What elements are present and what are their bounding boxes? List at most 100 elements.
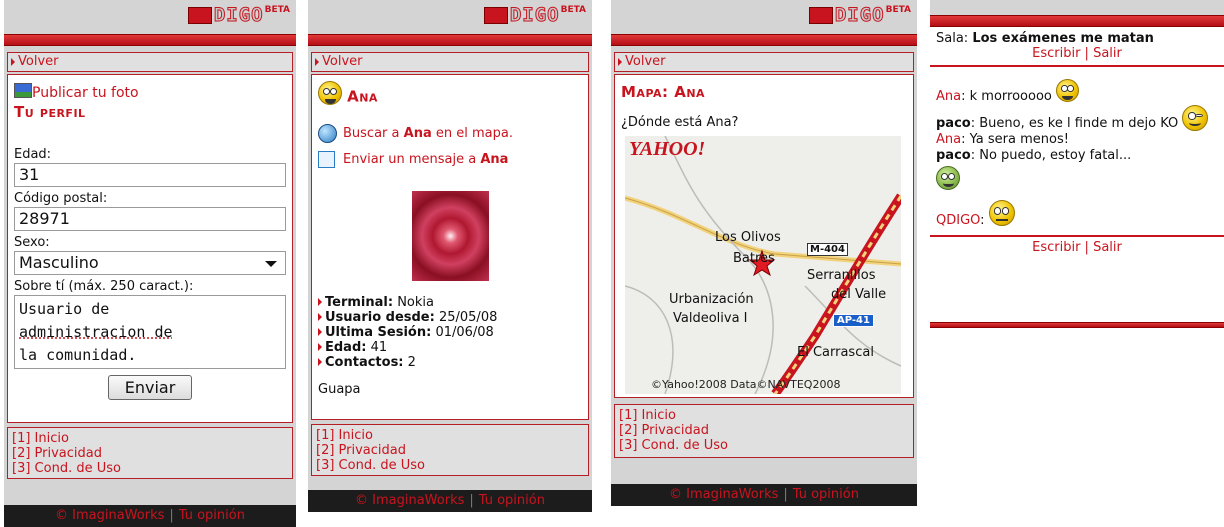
page-title: Tu perfil — [14, 103, 86, 121]
footer-link-terms[interactable]: [3] Cond. de Uso — [619, 438, 909, 453]
chat-footer: Escribir | Salir — [930, 235, 1224, 255]
back-link[interactable]: Volver — [614, 52, 914, 72]
header-red-bar — [930, 15, 1224, 27]
arrow-right-icon — [318, 358, 322, 366]
publish-photo-label: Publicar tu foto — [32, 85, 139, 101]
age-field[interactable]: 31 — [14, 163, 286, 187]
laughing-smiley-icon — [318, 81, 342, 105]
map-text-post: en el mapa. — [435, 125, 513, 141]
map-place-label: Urbanización — [669, 292, 754, 307]
app-logo[interactable]: DIGO BETA — [187, 4, 290, 27]
user-status: Guapa — [318, 381, 361, 397]
write-link[interactable]: Escribir — [1032, 46, 1080, 61]
profile-panel: Publicar tu foto Tu perfil Edad: 31 Códi… — [7, 74, 293, 423]
map-place-label: del Valle — [831, 287, 887, 302]
publish-photo-link[interactable]: Publicar tu foto — [14, 83, 286, 101]
arrow-right-icon — [318, 313, 322, 321]
find-on-map-link[interactable]: Buscar a Ana en el mapa. — [318, 123, 582, 143]
logo-square-icon — [187, 7, 212, 24]
about-textarea[interactable]: Usuario de administracion de la comunida… — [14, 295, 286, 369]
app-header: DIGO BETA — [4, 0, 296, 34]
sick-smiley-row — [936, 166, 1218, 190]
arrow-right-icon — [618, 57, 622, 66]
feedback-link[interactable]: Tu opinión — [793, 487, 859, 502]
chat-room-header: Sala: Los exámenes me matan Escribir | S… — [930, 27, 1224, 67]
user-avatar — [411, 190, 489, 281]
map-place-label: Los Olivos — [715, 230, 781, 245]
footer-links: [1] Inicio [2] Privacidad [3] Cond. de U… — [614, 404, 914, 458]
about-line-3: la comunidad. — [19, 346, 137, 364]
send-message-link[interactable]: Enviar un mensaje a Ana — [318, 150, 582, 168]
arrow-right-icon — [318, 298, 322, 306]
zip-field[interactable]: 28971 — [14, 207, 286, 231]
location-map[interactable]: YAHOO! Los Olivos Batres Urbanización Va… — [625, 136, 901, 394]
logo-beta: BETA — [885, 5, 911, 15]
feedback-link[interactable]: Tu opinión — [179, 508, 245, 523]
header-red-bar — [308, 34, 592, 46]
sex-value: Masculino — [19, 253, 99, 272]
age-label: Edad: — [14, 147, 52, 162]
logo-square-icon — [483, 7, 508, 24]
footer-link-privacy[interactable]: [2] Privacidad — [619, 423, 909, 438]
footer-link-home[interactable]: [1] Inicio — [316, 428, 584, 443]
map-place-label: El Carrascal — [797, 345, 874, 360]
map-place-label: Valdeoliva I — [673, 311, 748, 326]
feedback-link[interactable]: Tu opinión — [479, 493, 545, 508]
user-name-title: Ana — [347, 87, 378, 106]
bottom-bar: © ImaginaWorks | Tu opinión — [611, 484, 917, 506]
footer-link-terms[interactable]: [3] Cond. de Uso — [316, 458, 584, 473]
map-text-pre: Buscar a — [343, 125, 400, 141]
back-link[interactable]: Volver — [311, 52, 589, 72]
back-link[interactable]: Volver — [7, 52, 293, 72]
arrow-right-icon — [11, 57, 15, 66]
detail-contacts: Contactos: 2 — [318, 355, 582, 370]
leave-link[interactable]: Salir — [1093, 240, 1122, 255]
globe-icon — [318, 123, 337, 143]
screen-user-profile: DIGO BETA Volver Ana Buscar a Ana en el … — [308, 0, 592, 512]
message-text-pre: Enviar un mensaje a — [343, 151, 477, 167]
message-icon — [318, 150, 335, 168]
user-header: Ana — [318, 81, 582, 106]
screen-chat: Sala: Los exámenes me matan Escribir | S… — [930, 0, 1224, 328]
app-logo[interactable]: DIGO BETA — [483, 4, 586, 27]
road-badge: M-404 — [807, 243, 848, 256]
road-badge: AP-41 — [833, 314, 874, 327]
chevron-down-icon — [265, 261, 277, 267]
app-header: DIGO BETA — [611, 0, 917, 34]
footer-links: [1] Inicio [2] Privacidad [3] Cond. de U… — [7, 427, 293, 479]
company-link[interactable]: © ImaginaWorks — [355, 493, 464, 508]
submit-button[interactable]: Enviar — [107, 375, 193, 400]
about-line-2: administracion de — [19, 323, 173, 341]
message-text-name: Ana — [480, 151, 509, 167]
logo-text: DIGO — [834, 4, 885, 27]
logo-text: DIGO — [509, 4, 560, 27]
app-logo[interactable]: DIGO BETA — [808, 4, 911, 27]
bottom-bar: © ImaginaWorks | Tu opinión — [308, 490, 592, 512]
header-red-bar — [611, 34, 917, 46]
chat-message: QDIGO: — [936, 200, 1218, 229]
detail-last-session: Ultima Sesión: 01/06/08 — [318, 325, 582, 340]
map-brand-logo: YAHOO! — [629, 138, 706, 160]
map-place-label: Batres — [733, 251, 775, 266]
chat-message: Ana: Ya sera menos! — [936, 132, 1069, 147]
sex-select[interactable]: Masculino — [14, 251, 286, 275]
footer-link-privacy[interactable]: [2] Privacidad — [12, 446, 288, 461]
chat-message: paco: Bueno, es ke l finde m dejo KO — [936, 105, 1218, 132]
footer-link-privacy[interactable]: [2] Privacidad — [316, 443, 584, 458]
zip-label: Código postal: — [14, 191, 108, 206]
logo-square-icon — [808, 7, 833, 24]
map-question: ¿Dónde está Ana? — [621, 115, 739, 130]
footer-link-terms[interactable]: [3] Cond. de Uso — [12, 461, 288, 476]
room-name: Los exámenes me matan — [972, 31, 1154, 46]
grin-smiley-icon — [1056, 79, 1079, 102]
company-link[interactable]: © ImaginaWorks — [55, 508, 164, 523]
wink-smiley-icon — [1182, 105, 1209, 131]
detail-terminal: Terminal: Nokia — [318, 295, 582, 310]
footer-red-bar — [930, 322, 1224, 328]
back-label: Volver — [18, 54, 59, 69]
company-link[interactable]: © ImaginaWorks — [669, 487, 778, 502]
footer-link-home[interactable]: [1] Inicio — [12, 431, 288, 446]
write-link[interactable]: Escribir — [1032, 240, 1080, 255]
leave-link[interactable]: Salir — [1093, 46, 1122, 61]
footer-link-home[interactable]: [1] Inicio — [619, 408, 909, 423]
